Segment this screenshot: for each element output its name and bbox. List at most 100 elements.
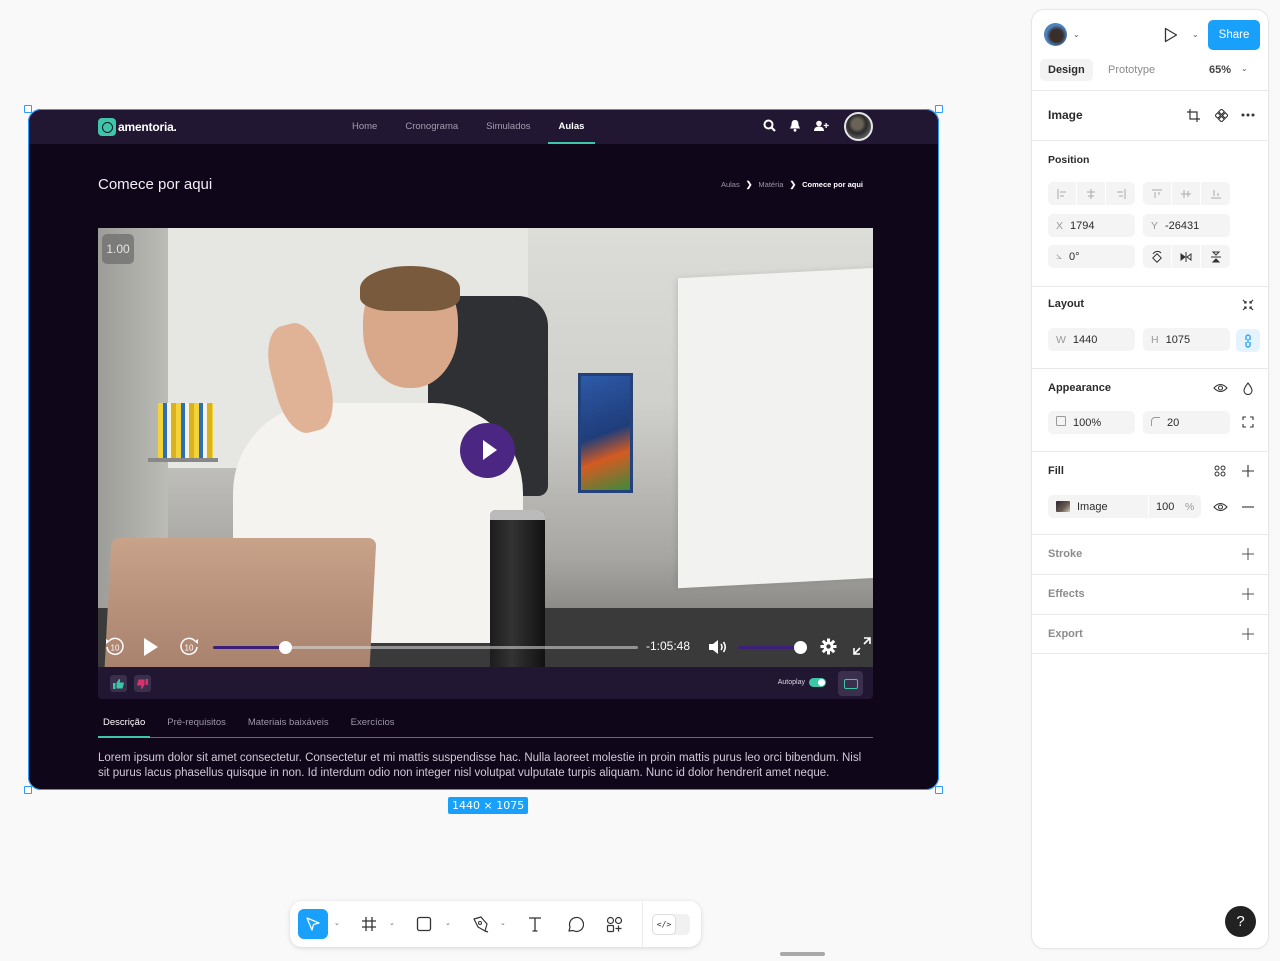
height-field[interactable]: H 1075	[1143, 328, 1230, 351]
flip-horizontal-icon[interactable]	[1172, 245, 1201, 268]
corner-radius-field[interactable]: 20	[1143, 411, 1230, 434]
seek-bar[interactable]	[213, 641, 638, 654]
frame-hash-icon	[362, 917, 376, 931]
tab-design[interactable]: Design	[1040, 59, 1093, 81]
present-play-icon[interactable]	[1164, 27, 1178, 46]
add-effect-icon[interactable]	[1239, 585, 1257, 603]
rotation-field[interactable]: ⦣ 0°	[1048, 245, 1135, 268]
center-play-button[interactable]	[460, 423, 515, 478]
playback-speed-badge[interactable]: 1.00	[102, 234, 134, 264]
add-user-icon[interactable]	[814, 120, 829, 132]
blend-mode-drop-icon[interactable]	[1239, 379, 1257, 397]
share-button[interactable]: Share	[1208, 20, 1260, 50]
tab-descricao[interactable]: Descrição	[98, 714, 151, 738]
dev-mode-toggle[interactable]: </>	[652, 914, 690, 935]
chevron-down-icon[interactable]: ⌄	[334, 919, 340, 927]
chevron-down-icon[interactable]: ⌄	[500, 919, 506, 927]
fill-image-field[interactable]: Image 100 %	[1048, 495, 1201, 518]
add-stroke-icon[interactable]	[1239, 545, 1257, 563]
tab-materiais-baixaveis[interactable]: Materiais baixáveis	[243, 714, 334, 737]
resize-handle-top-left[interactable]	[24, 105, 32, 113]
resize-handle-bottom-left[interactable]	[24, 786, 32, 794]
chevron-down-icon[interactable]: ⌄	[445, 919, 451, 927]
tab-exercicios[interactable]: Exercícios	[346, 714, 400, 737]
dislike-button[interactable]	[134, 675, 151, 692]
align-center-horizontal-icon[interactable]	[1077, 182, 1106, 205]
rewind-10-icon[interactable]: 10	[104, 636, 126, 663]
opacity-field[interactable]: 100%	[1048, 411, 1135, 434]
nav-link-cronograma[interactable]: Cronograma	[391, 109, 472, 144]
styles-grid-icon[interactable]	[1211, 462, 1229, 480]
user-avatar[interactable]	[844, 112, 873, 141]
user-avatar[interactable]	[1044, 23, 1067, 46]
fullscreen-icon[interactable]	[853, 637, 871, 660]
more-options-icon[interactable]	[1239, 106, 1257, 124]
export-section: Export	[1032, 614, 1268, 654]
theater-mode-button[interactable]	[838, 671, 863, 696]
autoplay-toggle[interactable]	[809, 678, 826, 687]
individual-corners-icon[interactable]	[1239, 413, 1257, 431]
x-position-field[interactable]: X 1794	[1048, 214, 1135, 237]
play-icon[interactable]	[143, 637, 159, 662]
width-field[interactable]: W 1440	[1048, 328, 1135, 351]
breadcrumb-item[interactable]: Matéria	[758, 180, 783, 189]
tab-pre-requisitos[interactable]: Pré-requisitos	[162, 714, 231, 737]
align-right-icon[interactable]	[1106, 182, 1135, 205]
add-export-icon[interactable]	[1239, 625, 1257, 643]
help-button[interactable]: ?	[1225, 906, 1256, 937]
align-left-icon[interactable]	[1048, 182, 1077, 205]
rotation-value: 0°	[1069, 250, 1080, 263]
actions-tool[interactable]	[599, 909, 629, 939]
rectangle-tool[interactable]	[409, 909, 439, 939]
collapse-icon[interactable]	[1239, 296, 1257, 314]
like-button[interactable]	[110, 675, 127, 692]
zoom-level[interactable]: 65%	[1209, 59, 1231, 81]
text-tool[interactable]	[520, 909, 550, 939]
chevron-right-icon: ❯	[789, 180, 797, 189]
constrain-proportions-button[interactable]	[1236, 329, 1260, 352]
chevron-down-icon[interactable]: ⌄	[1241, 64, 1248, 73]
video-player[interactable]: 1.00 10 10 -1:05:48	[98, 228, 873, 667]
bottom-toolbar: ⌄ ⌄ ⌄ ⌄ </>	[290, 901, 701, 947]
eye-icon[interactable]	[1211, 498, 1229, 516]
brand-logo[interactable]: amentoria.	[98, 118, 177, 136]
add-fill-icon[interactable]	[1239, 462, 1257, 480]
move-tool[interactable]	[298, 909, 328, 939]
align-middle-icon[interactable]	[1172, 182, 1201, 205]
breadcrumb-item[interactable]: Aulas	[721, 180, 740, 189]
seek-bar-thumb[interactable]	[279, 641, 293, 654]
frame-tool[interactable]	[354, 909, 384, 939]
search-icon[interactable]	[763, 119, 776, 132]
nav-link-aulas[interactable]: Aulas	[545, 109, 599, 144]
eye-icon[interactable]	[1211, 379, 1229, 397]
crop-icon[interactable]	[1184, 106, 1202, 124]
chevron-down-icon[interactable]: ⌄	[1192, 30, 1199, 39]
panel-header: ⌄ ⌄ Share	[1032, 10, 1268, 60]
component-icon[interactable]	[1212, 106, 1230, 124]
align-top-icon[interactable]	[1143, 182, 1172, 205]
remove-fill-icon[interactable]	[1239, 498, 1257, 516]
page-title: Comece por aqui	[98, 176, 213, 193]
volume-icon[interactable]	[708, 639, 728, 660]
code-brackets-icon: </>	[653, 915, 675, 934]
comment-tool[interactable]	[560, 909, 590, 939]
resize-handle-bottom-right[interactable]	[935, 786, 943, 794]
resize-handle-top-right[interactable]	[935, 105, 943, 113]
canvas-frame-image[interactable]: amentoria. Home Cronograma Simulados Aul…	[28, 109, 939, 790]
rotate-90-icon[interactable]	[1143, 245, 1172, 268]
bell-icon[interactable]	[789, 119, 801, 132]
settings-gear-icon[interactable]	[820, 638, 837, 660]
chevron-down-icon[interactable]: ⌄	[389, 919, 395, 927]
forward-10-icon[interactable]: 10	[178, 636, 200, 663]
tab-prototype[interactable]: Prototype	[1100, 59, 1163, 81]
nav-link-home[interactable]: Home	[338, 109, 391, 144]
fill-opacity-value[interactable]: 100	[1156, 501, 1174, 513]
volume-slider[interactable]	[738, 641, 807, 654]
align-bottom-icon[interactable]	[1201, 182, 1230, 205]
volume-slider-thumb[interactable]	[794, 641, 807, 654]
y-position-field[interactable]: Y -26431	[1143, 214, 1230, 237]
flip-vertical-icon[interactable]	[1201, 245, 1230, 268]
pen-tool[interactable]	[465, 909, 495, 939]
chevron-down-icon[interactable]: ⌄	[1073, 30, 1080, 39]
nav-link-simulados[interactable]: Simulados	[472, 109, 544, 144]
